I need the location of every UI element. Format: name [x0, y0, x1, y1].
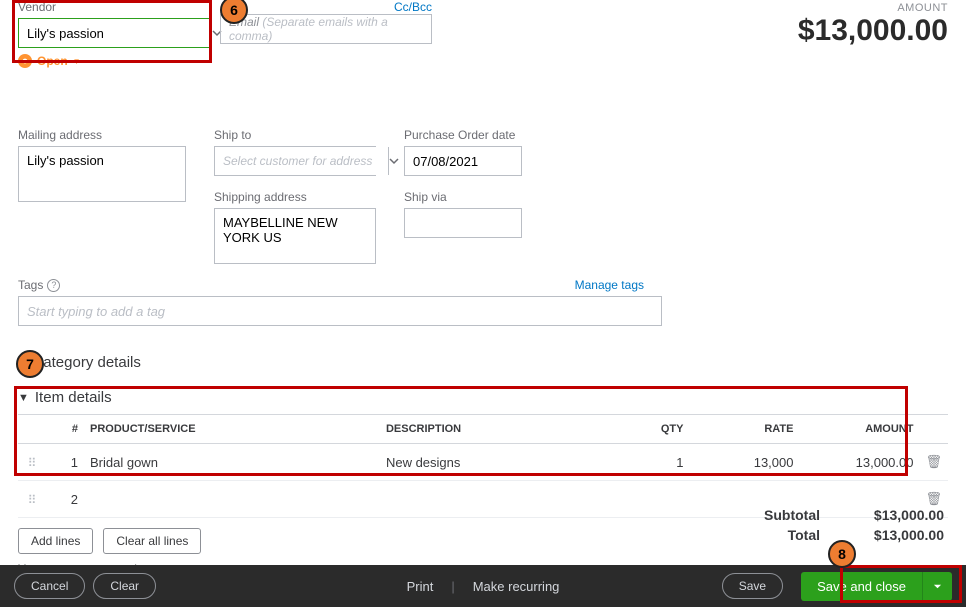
- amount-display: AMOUNT $13,000.00: [798, 0, 948, 48]
- caret-down-icon: [933, 582, 942, 591]
- shipping-address-input[interactable]: MAYBELLINE NEW YORK US: [214, 208, 376, 264]
- cell-num: 2: [46, 481, 84, 518]
- cell-desc[interactable]: New designs: [380, 444, 600, 481]
- col-desc: DESCRIPTION: [380, 415, 600, 444]
- shipto-block: Ship to Shipping address MAYBELLINE NEW …: [214, 128, 376, 264]
- make-recurring-link[interactable]: Make recurring: [473, 579, 560, 594]
- drag-handle-icon[interactable]: ⠿: [28, 456, 37, 470]
- callout-7: 7: [16, 350, 44, 378]
- chevron-down-icon: [389, 156, 399, 166]
- triangle-down-icon: ▼: [18, 392, 29, 404]
- print-link[interactable]: Print: [407, 579, 434, 594]
- add-lines-button[interactable]: Add lines: [18, 528, 93, 554]
- total-value: $13,000.00: [844, 527, 944, 543]
- mailing-label: Mailing address: [18, 128, 186, 142]
- save-dropdown-toggle[interactable]: [922, 572, 952, 601]
- subtotal-value: $13,000.00: [844, 507, 944, 523]
- col-product: PRODUCT/SERVICE: [84, 415, 380, 444]
- vendor-label: Vendor: [18, 0, 210, 14]
- status-open[interactable]: Open ▼: [18, 54, 210, 68]
- status-icon: [18, 54, 32, 68]
- cell-desc[interactable]: [380, 481, 600, 518]
- shipto-dropdown-toggle[interactable]: [388, 147, 399, 175]
- item-details-toggle[interactable]: ▼ Item details: [18, 389, 948, 406]
- shipto-input[interactable]: [215, 147, 388, 175]
- cell-qty[interactable]: [599, 481, 689, 518]
- tags-input[interactable]: [18, 296, 662, 326]
- table-row[interactable]: ⠿ 1 Bridal gown New designs 1 13,000 13,…: [18, 444, 948, 481]
- separator: |: [451, 579, 454, 594]
- cell-product[interactable]: [84, 481, 380, 518]
- col-rate: RATE: [689, 415, 799, 444]
- vendor-field: Vendor Open ▼: [18, 0, 210, 68]
- footer-bar: Cancel Clear Print | Make recurring Save…: [0, 565, 966, 607]
- vendor-input[interactable]: [19, 19, 211, 47]
- item-details-label: Item details: [35, 389, 112, 406]
- email-field: Cc/Bcc Email (Separate emails with a com…: [220, 0, 432, 44]
- trash-icon[interactable]: 🗑: [925, 491, 942, 506]
- cell-amount[interactable]: 13,000.00: [799, 444, 919, 481]
- tags-label: Tags: [18, 278, 43, 292]
- clear-lines-button[interactable]: Clear all lines: [103, 528, 201, 554]
- ccbcc-link[interactable]: Cc/Bcc: [394, 0, 432, 14]
- help-icon[interactable]: ?: [47, 279, 60, 292]
- col-num: #: [46, 415, 84, 444]
- subtotal-label: Subtotal: [764, 507, 820, 523]
- mailing-address-field: Mailing address Lily's passion: [18, 128, 186, 264]
- items-table: # PRODUCT/SERVICE DESCRIPTION QTY RATE A…: [18, 414, 948, 518]
- shipvia-label: Ship via: [404, 190, 522, 204]
- col-amount: AMOUNT: [799, 415, 919, 444]
- podate-label: Purchase Order date: [404, 128, 522, 142]
- cell-num: 1: [46, 444, 84, 481]
- cancel-button[interactable]: Cancel: [14, 573, 85, 599]
- drag-handle-icon[interactable]: ⠿: [28, 493, 37, 507]
- po-date-input[interactable]: [404, 146, 522, 176]
- cell-qty[interactable]: 1: [599, 444, 689, 481]
- shipto-label: Ship to: [214, 128, 376, 142]
- total-label: Total: [788, 527, 820, 543]
- clear-button[interactable]: Clear: [93, 573, 156, 599]
- ship-via-input[interactable]: [404, 208, 522, 238]
- totals: Subtotal $13,000.00 Total $13,000.00: [764, 507, 944, 547]
- amount-label: AMOUNT: [798, 2, 948, 14]
- shipping-label: Shipping address: [214, 190, 376, 204]
- mailing-address-input[interactable]: Lily's passion: [18, 146, 186, 202]
- cell-rate[interactable]: 13,000: [689, 444, 799, 481]
- category-details-toggle[interactable]: ▶ Category details: [18, 354, 948, 371]
- category-details-label: Category details: [32, 354, 140, 371]
- caret-down-icon: ▼: [73, 57, 81, 66]
- col-qty: QTY: [599, 415, 689, 444]
- cell-product[interactable]: Bridal gown: [84, 444, 380, 481]
- save-and-close-button[interactable]: Save and close: [801, 572, 922, 601]
- amount-value: $13,000.00: [798, 14, 948, 48]
- podate-block: Purchase Order date Ship via: [404, 128, 522, 264]
- callout-8: 8: [828, 540, 856, 568]
- trash-icon[interactable]: 🗑: [925, 454, 942, 469]
- email-input-wrap[interactable]: Email (Separate emails with a comma): [220, 14, 432, 44]
- manage-tags-link[interactable]: Manage tags: [575, 278, 644, 292]
- status-text: Open: [37, 54, 68, 68]
- save-button[interactable]: Save: [722, 573, 783, 599]
